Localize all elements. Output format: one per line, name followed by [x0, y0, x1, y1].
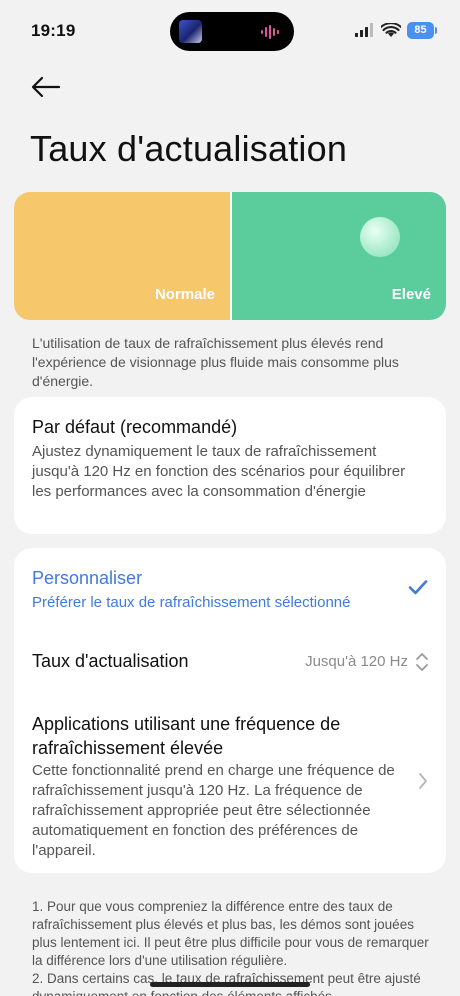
- page-title: Taux d'actualisation: [30, 128, 348, 169]
- default-option-description: Ajustez dynamiquement le taux de rafraîc…: [32, 443, 406, 500]
- battery-level: 85: [414, 24, 427, 36]
- battery-icon: 85: [407, 21, 437, 39]
- preview-normal[interactable]: Normale: [14, 192, 230, 320]
- status-bar: 19:19 85: [0, 0, 460, 62]
- dynamic-island[interactable]: [170, 12, 294, 51]
- high-refresh-apps-description: Cette fonctionnalité prend en charge une…: [32, 762, 395, 859]
- refresh-rate-label: Taux d'actualisation: [32, 651, 189, 671]
- high-refresh-apps-row[interactable]: Applications utilisant une fréquence de …: [14, 698, 446, 859]
- custom-option-row[interactable]: Personnaliser Préférer le taux de rafraî…: [14, 548, 446, 630]
- custom-option-title: Personnaliser: [32, 568, 143, 588]
- refresh-rate-description: L'utilisation de taux de rafraîchissemen…: [32, 335, 399, 389]
- default-option-card[interactable]: Par défaut (recommandé) Ajustez dynamiqu…: [14, 397, 446, 534]
- arrow-left-icon: [31, 76, 61, 98]
- high-refresh-apps-title: Applications utilisant une fréquence de …: [32, 714, 341, 758]
- status-time: 19:19: [31, 21, 76, 40]
- wifi-icon: [381, 22, 401, 37]
- custom-option-card: Personnaliser Préférer le taux de rafraî…: [14, 548, 446, 873]
- preview-high[interactable]: Elevé: [230, 192, 446, 320]
- now-playing-artwork: [179, 20, 202, 43]
- chevron-right-icon: [419, 773, 427, 789]
- home-indicator[interactable]: [150, 982, 310, 987]
- refresh-rate-row[interactable]: Taux d'actualisation Jusqu'à 120 Hz: [14, 630, 446, 696]
- footnote-1: 1. Pour que vous compreniez la différenc…: [32, 899, 429, 968]
- refresh-rate-value: Jusqu'à 120 Hz: [305, 653, 408, 670]
- refresh-rate-preview: Normale Elevé: [14, 192, 446, 320]
- audio-waveform-icon: [261, 25, 279, 39]
- chevron-updown-icon: [416, 653, 428, 671]
- preview-high-label: Elevé: [391, 286, 431, 303]
- signal-icon: [355, 23, 373, 37]
- status-icons: 85: [355, 19, 437, 41]
- preview-normal-label: Normale: [154, 286, 215, 303]
- back-button[interactable]: [28, 72, 64, 102]
- default-option-title: Par défaut (recommandé): [32, 417, 238, 437]
- animated-ball: [360, 217, 400, 257]
- custom-option-subtitle: Préférer le taux de rafraîchissement sél…: [32, 594, 351, 611]
- check-icon: [408, 580, 428, 595]
